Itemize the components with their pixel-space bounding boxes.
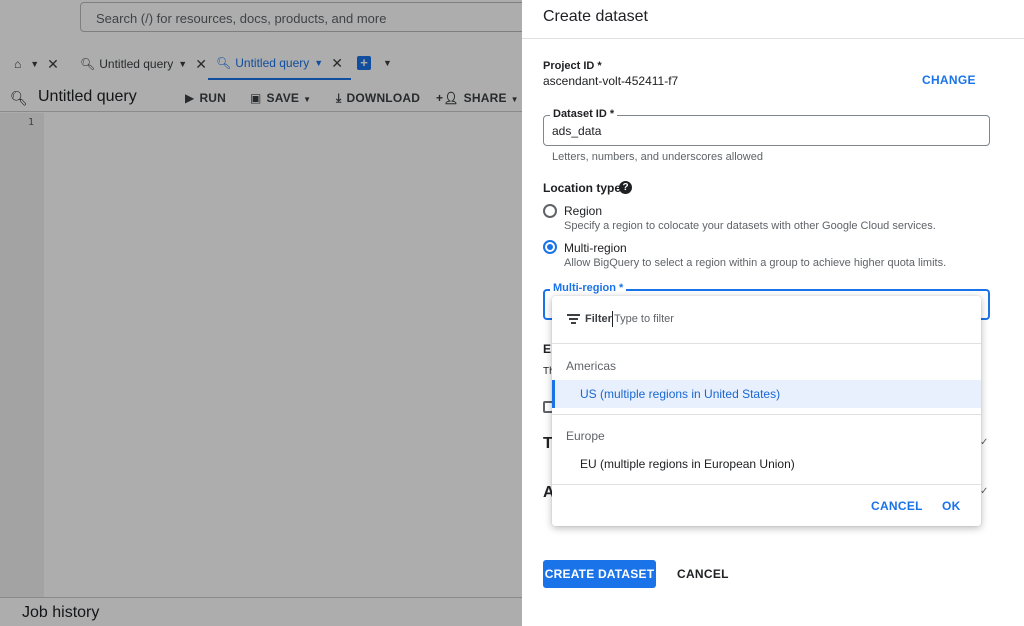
location-type-label: Location type xyxy=(543,181,622,195)
dropdown-cancel-button[interactable]: CANCEL xyxy=(871,499,923,513)
chevron-down-icon[interactable]: ✓ xyxy=(980,486,988,497)
multi-region-dropdown: Filter Americas US (multiple regions in … xyxy=(552,296,981,526)
modal-scrim[interactable] xyxy=(0,0,522,626)
cancel-button[interactable]: CANCEL xyxy=(677,567,729,581)
project-id-label: Project ID * xyxy=(543,60,602,72)
multi-region-radio[interactable] xyxy=(543,240,557,254)
divider xyxy=(522,38,1024,39)
obscured-heading: E xyxy=(543,342,552,356)
multi-region-option-description: Allow BigQuery to select a region within… xyxy=(564,257,947,269)
dataset-id-value: ads_data xyxy=(552,124,602,138)
help-icon[interactable]: ? xyxy=(619,181,632,194)
create-dataset-button[interactable]: CREATE DATASET xyxy=(543,560,656,588)
panel-title: Create dataset xyxy=(543,8,648,25)
filter-input[interactable] xyxy=(612,311,812,327)
region-option-label: Region xyxy=(564,204,603,218)
option-label: US (multiple regions in United States) xyxy=(580,387,781,401)
project-id-value: ascendant-volt-452411-f7 xyxy=(543,74,679,88)
region-option-description: Specify a region to colocate your datase… xyxy=(564,220,936,232)
chevron-down-icon[interactable]: ✓ xyxy=(980,437,988,448)
divider xyxy=(552,484,981,485)
filter-icon xyxy=(567,314,580,324)
multi-region-option-label: Multi-region xyxy=(564,241,627,255)
dataset-id-field[interactable]: Dataset ID * ads_data xyxy=(543,108,990,146)
filter-label: Filter xyxy=(585,313,612,325)
change-project-button[interactable]: CHANGE xyxy=(922,73,976,87)
group-header-europe: Europe xyxy=(566,429,605,443)
group-header-americas: Americas xyxy=(566,359,617,373)
dropdown-ok-button[interactable]: OK xyxy=(942,499,961,513)
dataset-id-hint: Letters, numbers, and underscores allowe… xyxy=(552,151,763,163)
option-us[interactable]: US (multiple regions in United States) xyxy=(552,380,981,408)
filter-row: Filter xyxy=(552,296,981,344)
region-radio[interactable] xyxy=(543,204,557,218)
multi-region-label: Multi-region * xyxy=(550,282,627,294)
option-label: EU (multiple regions in European Union) xyxy=(580,457,795,471)
dataset-id-label: Dataset ID * xyxy=(550,108,618,120)
divider xyxy=(552,414,981,415)
option-eu[interactable]: EU (multiple regions in European Union) xyxy=(552,450,981,478)
